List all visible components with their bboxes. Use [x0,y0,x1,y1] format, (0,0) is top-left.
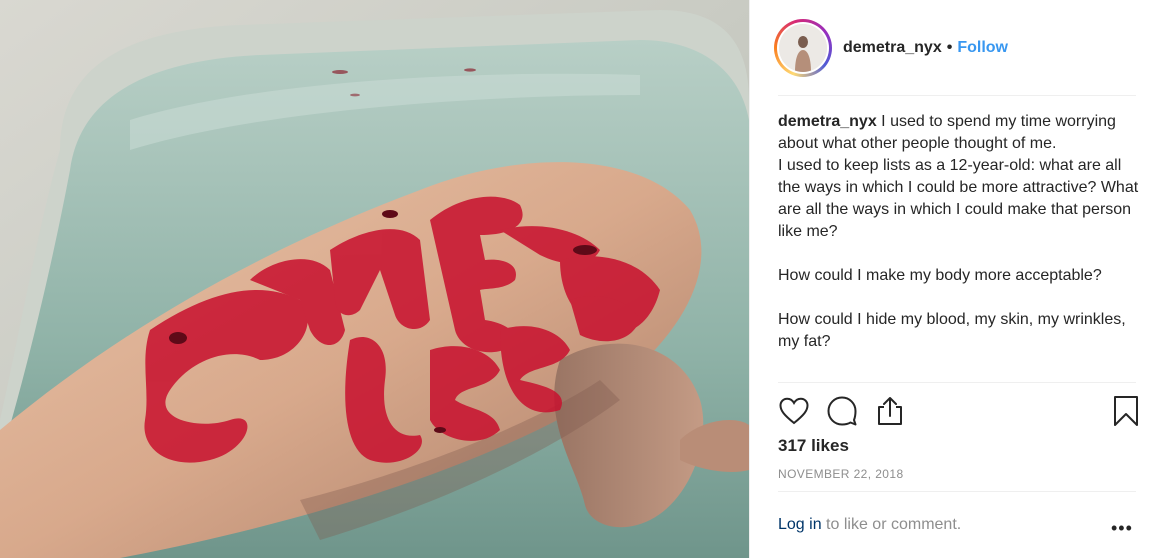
likes-count[interactable]: 317 likes [778,436,849,456]
share-icon [878,397,902,425]
caption-text-2: I used to keep lists as a 12-year-old: w… [778,157,1139,240]
header-text: demetra_nyx • Follow [843,39,1008,57]
instagram-post: demetra_nyx • Follow demetra_nyx I used … [0,0,1163,558]
caption-text-4: How could I hide my blood, my skin, my w… [778,311,1126,350]
login-link[interactable]: Log in [778,516,822,533]
post-date[interactable]: NOVEMBER 22, 2018 [778,467,904,481]
caption-username[interactable]: demetra_nyx [778,113,877,130]
action-bar [778,393,1138,429]
avatar-story-ring[interactable] [774,19,832,77]
heart-icon [779,397,809,425]
post-side-panel: demetra_nyx • Follow demetra_nyx I used … [749,0,1163,558]
like-button[interactable] [778,395,810,427]
post-photo[interactable] [0,0,749,558]
comment-button[interactable] [826,395,858,427]
post-photo-image [0,0,749,558]
header-username[interactable]: demetra_nyx [843,39,942,57]
post-header: demetra_nyx • Follow [750,0,1163,96]
follow-button[interactable]: Follow [957,39,1008,57]
header-separator: • [946,39,953,56]
avatar [777,22,829,74]
share-button[interactable] [874,395,906,427]
caption-line-1: demetra_nyx I used to spend my time worr… [778,111,1144,155]
caption-text-3: How could I make my body more acceptable… [778,267,1102,284]
divider [778,95,1136,96]
post-caption: demetra_nyx I used to spend my time worr… [778,111,1144,353]
divider [778,382,1136,383]
save-button[interactable] [1110,395,1142,427]
login-suffix: to like or comment. [826,516,962,533]
bookmark-icon [1114,396,1138,426]
login-prompt: Log in to like or comment. [778,516,1138,534]
avatar-image [779,24,827,72]
comment-icon [827,396,857,426]
more-options-button[interactable]: ••• [1111,519,1133,537]
divider [778,491,1136,492]
